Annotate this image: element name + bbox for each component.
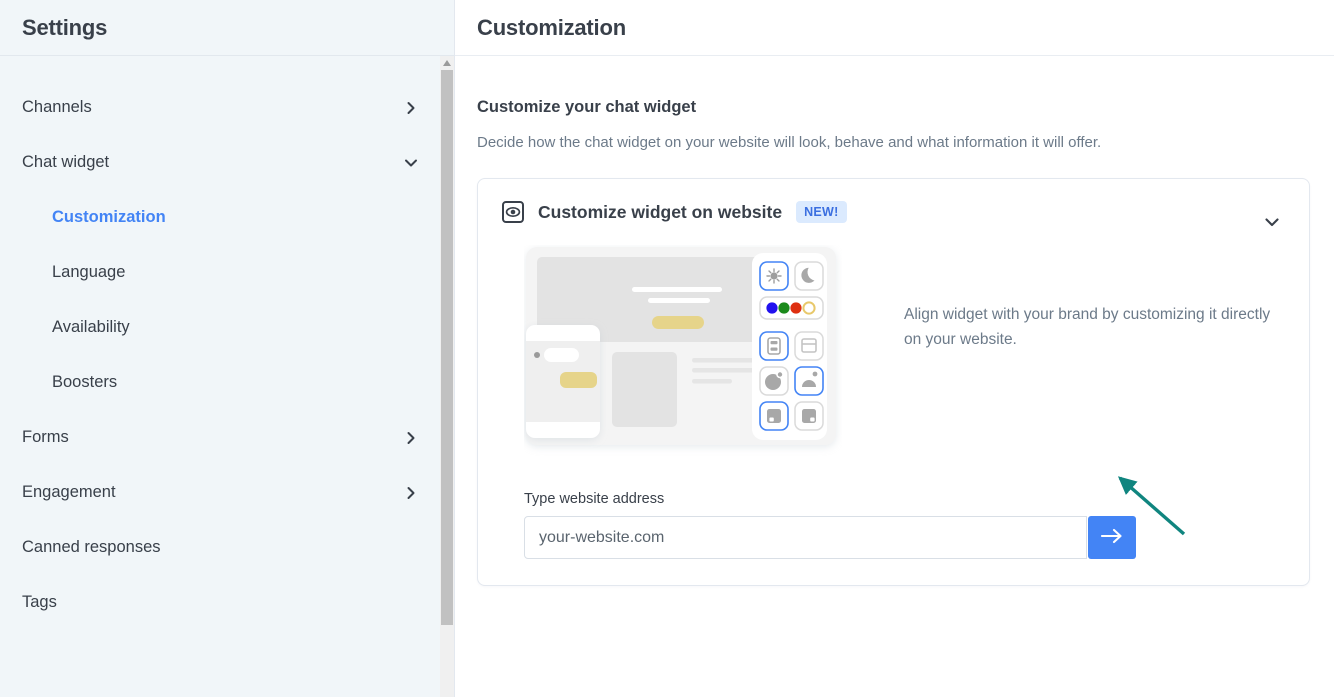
sidebar-scrollbar[interactable] xyxy=(440,56,454,697)
sidebar-header: Settings xyxy=(0,0,454,56)
arrow-right-icon xyxy=(1100,528,1123,547)
status-badge: NEW! xyxy=(796,201,847,223)
sidebar-item-availability[interactable]: Availability xyxy=(0,300,454,355)
main-header: Customization xyxy=(455,0,1334,56)
card-title: Customize widget on website xyxy=(538,201,783,222)
sidebar-item-label: Availability xyxy=(52,318,130,336)
customize-widget-card: Customize widget on website NEW! Align w… xyxy=(477,178,1310,586)
chevron-right-icon xyxy=(404,101,418,115)
sidebar-item-channels[interactable]: Channels xyxy=(0,80,454,135)
sidebar-item-engagement[interactable]: Engagement xyxy=(0,465,454,520)
card-header: Customize widget on website NEW! xyxy=(502,201,1285,223)
card-content: Align widget with your brand by customiz… xyxy=(502,245,1285,457)
widget-preview-illustration xyxy=(524,245,842,457)
section-subtitle: Decide how the chat widget on your websi… xyxy=(477,134,1102,151)
eye-preview-icon xyxy=(502,201,524,223)
scroll-up-arrow-icon[interactable] xyxy=(440,56,454,70)
website-address-form: Type website address xyxy=(524,491,1285,559)
sidebar-item-chat-widget[interactable]: Chat widget xyxy=(0,135,454,190)
sidebar-item-label: Language xyxy=(52,263,126,281)
input-row xyxy=(524,516,1285,559)
page-title: Customization xyxy=(477,14,626,40)
sidebar-item-tags[interactable]: Tags xyxy=(0,575,454,630)
sidebar-item-customization[interactable]: Customization xyxy=(0,190,454,245)
sidebar-item-language[interactable]: Language xyxy=(0,245,454,300)
sidebar-nav-list: Channels Chat widget Customization Langu… xyxy=(0,56,454,697)
sidebar-item-label: Boosters xyxy=(52,373,118,391)
main-content: Customization Customize your chat widget… xyxy=(455,0,1334,697)
sidebar-item-label: Customization xyxy=(52,208,166,226)
sidebar-item-label: Canned responses xyxy=(22,538,161,556)
sidebar-item-label: Chat widget xyxy=(22,153,110,171)
sidebar-item-forms[interactable]: Forms xyxy=(0,410,454,465)
chevron-right-icon xyxy=(404,486,418,500)
chevron-down-icon[interactable] xyxy=(1263,213,1281,231)
sidebar-item-label: Tags xyxy=(22,593,57,611)
settings-sidebar: Settings Channels Chat widget Customizat… xyxy=(0,0,455,697)
sidebar-item-label: Forms xyxy=(22,428,69,446)
submit-website-button[interactable] xyxy=(1088,516,1136,559)
main-body: Customize your chat widget Decide how th… xyxy=(455,56,1334,586)
sidebar-item-canned-responses[interactable]: Canned responses xyxy=(0,520,454,575)
chevron-right-icon xyxy=(404,431,418,445)
card-description: Align widget with your brand by customiz… xyxy=(904,306,1271,348)
scrollbar-thumb[interactable] xyxy=(441,70,453,625)
sidebar-title: Settings xyxy=(22,14,108,40)
sidebar-item-boosters[interactable]: Boosters xyxy=(0,355,454,410)
website-address-label: Type website address xyxy=(524,491,665,507)
settings-page: Settings Channels Chat widget Customizat… xyxy=(0,0,1334,697)
sidebar-item-label: Engagement xyxy=(22,483,116,501)
website-address-input[interactable] xyxy=(524,516,1087,559)
section-title: Customize your chat widget xyxy=(477,98,697,116)
chevron-down-icon xyxy=(404,156,418,170)
sidebar-item-label: Channels xyxy=(22,98,92,116)
